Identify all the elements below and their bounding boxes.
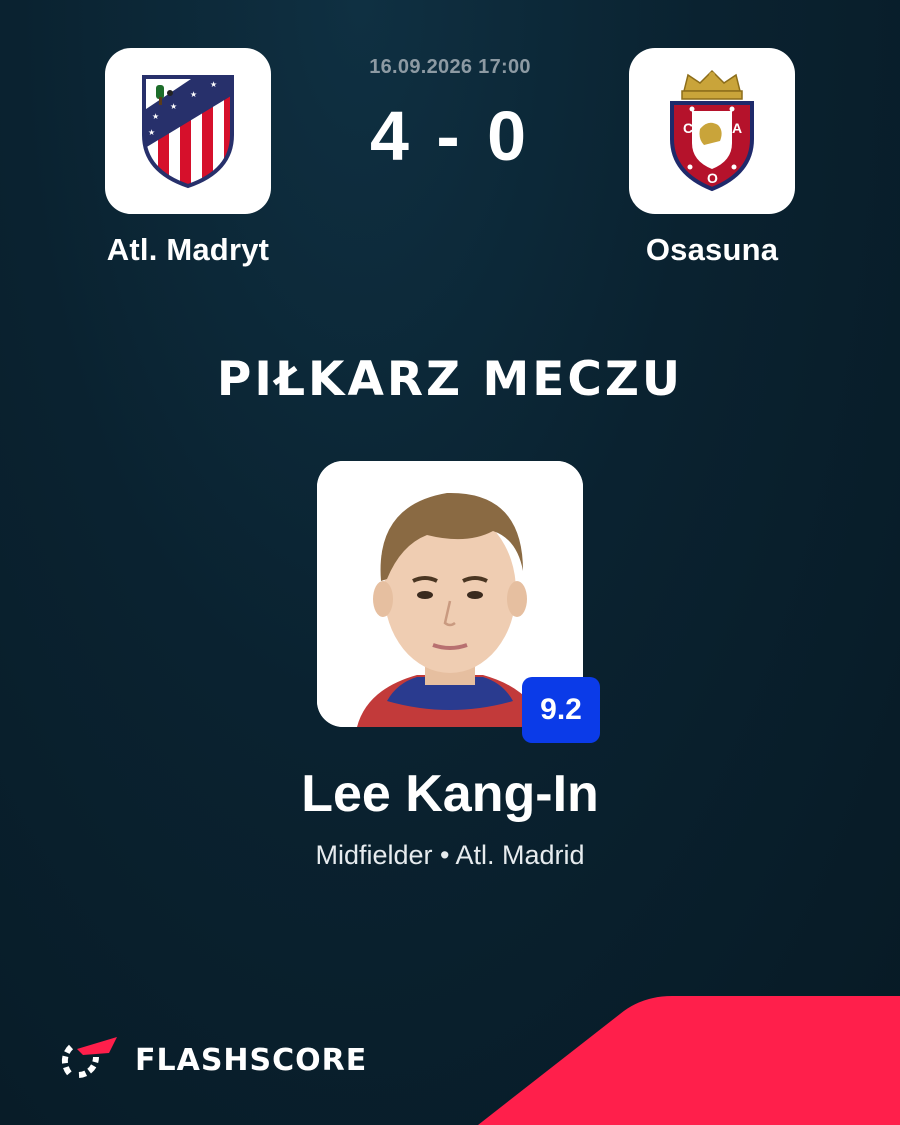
meta-separator: • [440, 840, 450, 870]
brand-logo: FLASHSCORE [55, 1035, 367, 1085]
player-rating-badge: 9.2 [522, 677, 600, 743]
svg-text:★: ★ [210, 80, 217, 89]
brand-name: FLASHSCORE [135, 1042, 368, 1078]
flashscore-logo-icon [61, 1037, 117, 1078]
player-name: Lee Kang-In [301, 765, 599, 823]
home-score: 4 [369, 97, 413, 175]
home-team-name: Atl. Madryt [106, 232, 270, 267]
player-position: Midfielder [315, 840, 433, 870]
section-title: PIŁKARZ MECZU [216, 352, 684, 407]
player-club: Atl. Madrid [455, 840, 585, 870]
match-datetime: 16.09.2026 17:00 [369, 56, 531, 78]
player-meta: Midfielder • Atl. Madrid [0, 840, 900, 871]
match-score: 4 - 0 [0, 96, 900, 176]
away-team-name: Osasuna [645, 232, 779, 267]
score-separator: - [436, 97, 464, 175]
away-score: 0 [487, 97, 531, 175]
